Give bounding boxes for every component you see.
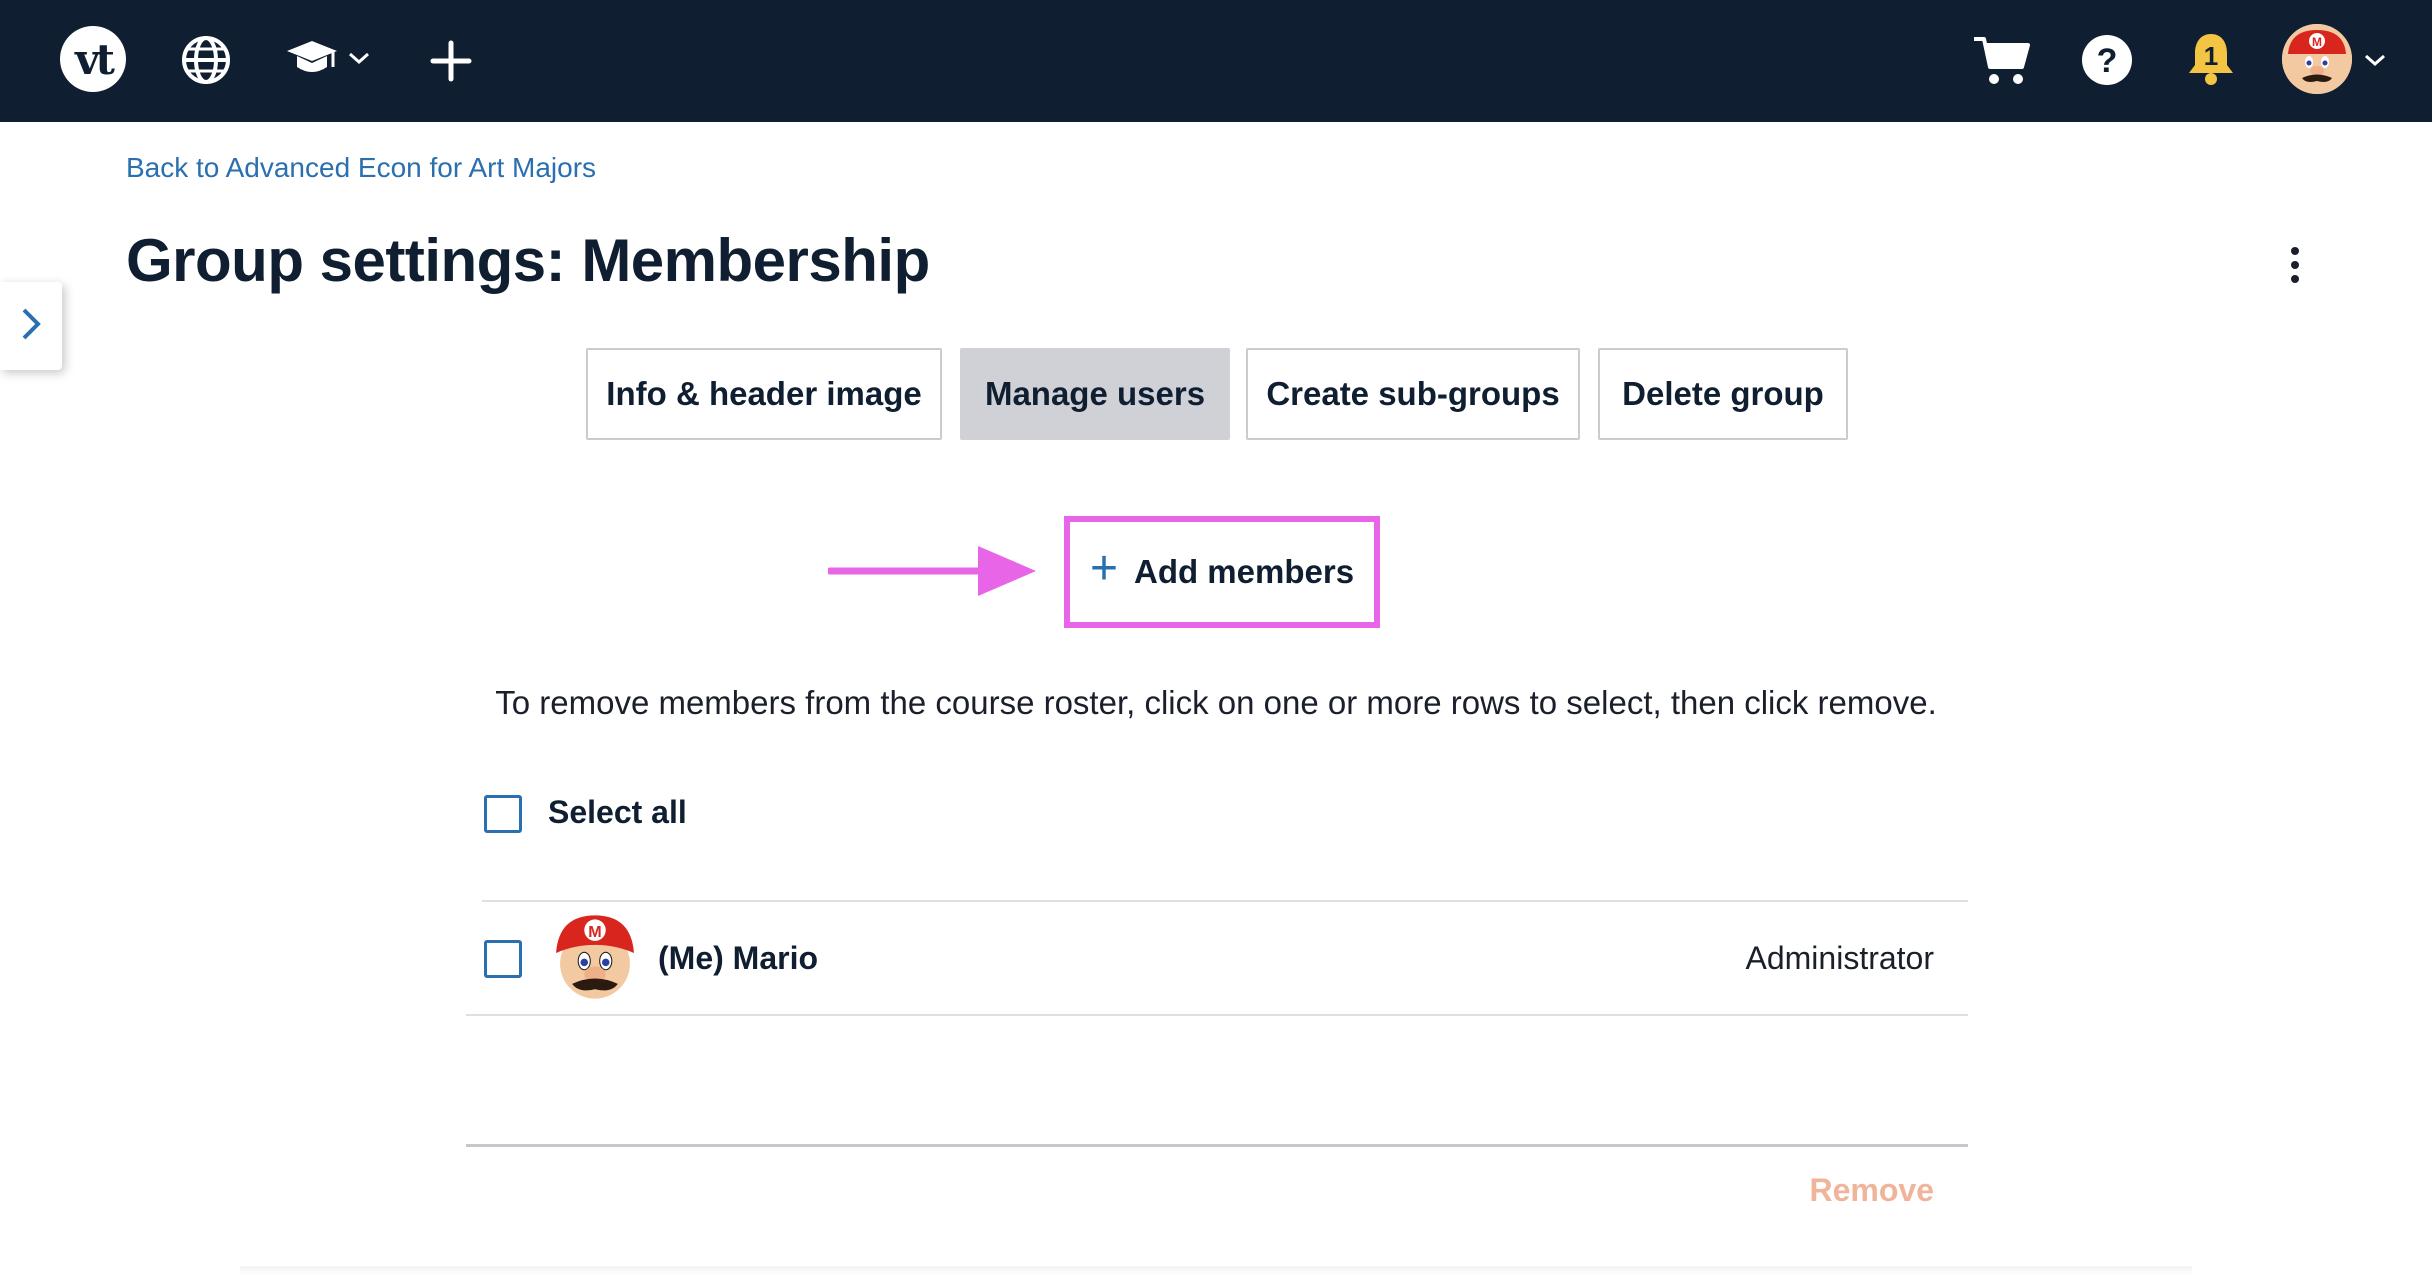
tab-create-sub-groups[interactable]: Create sub-groups	[1246, 348, 1580, 440]
member-name: (Me) Mario	[658, 940, 818, 976]
svg-text:M: M	[588, 923, 601, 941]
select-all-label[interactable]: Select all	[548, 794, 687, 831]
help-icon[interactable]: ?	[2080, 33, 2134, 87]
instructions-text: To remove members from the course roster…	[495, 684, 1937, 721]
site-logo[interactable]: vt	[60, 26, 126, 92]
member-role: Administrator	[1745, 940, 1935, 976]
globe-icon[interactable]	[178, 32, 234, 88]
member-checkbox[interactable]	[484, 940, 522, 978]
notification-count: 1	[2204, 41, 2218, 71]
avatar[interactable]: M	[2282, 24, 2352, 94]
footer-shadow	[240, 1266, 2192, 1276]
tab-manage-users[interactable]: Manage users	[960, 348, 1230, 440]
chevron-right-icon	[20, 306, 42, 347]
divider	[482, 900, 1968, 902]
svg-text:?: ?	[2097, 42, 2118, 80]
graduation-cap-icon	[285, 37, 339, 84]
kebab-menu-icon[interactable]	[2278, 240, 2312, 290]
plus-icon[interactable]	[424, 34, 478, 88]
chevron-down-icon	[347, 50, 371, 71]
tab-info-header-image[interactable]: Info & header image	[586, 348, 942, 440]
courses-menu-button[interactable]	[280, 34, 376, 86]
plus-icon: +	[1089, 542, 1118, 595]
add-members-label: Add members	[1133, 553, 1355, 590]
page-title: Group settings: Membership	[126, 227, 930, 294]
bell-icon[interactable]: 1	[2186, 30, 2236, 88]
top-navbar: vt ? 1 M	[0, 0, 2432, 122]
remove-button[interactable]: Remove	[1800, 1172, 1935, 1209]
divider	[466, 1144, 1968, 1147]
add-members-button[interactable]: + Add members	[1064, 516, 1380, 628]
tab-delete-group[interactable]: Delete group	[1598, 348, 1848, 440]
pointer-arrow-icon	[826, 542, 1038, 600]
divider	[466, 1014, 1968, 1016]
svg-text:M: M	[2312, 35, 2322, 49]
cart-icon[interactable]	[1970, 30, 2034, 90]
settings-tabs: Info & header image Manage users Create …	[0, 348, 2432, 440]
avatar: M	[548, 910, 642, 1004]
back-link[interactable]: Back to Advanced Econ for Art Majors	[126, 152, 596, 184]
chevron-down-icon[interactable]	[2360, 46, 2390, 74]
select-all-checkbox[interactable]	[484, 795, 522, 833]
